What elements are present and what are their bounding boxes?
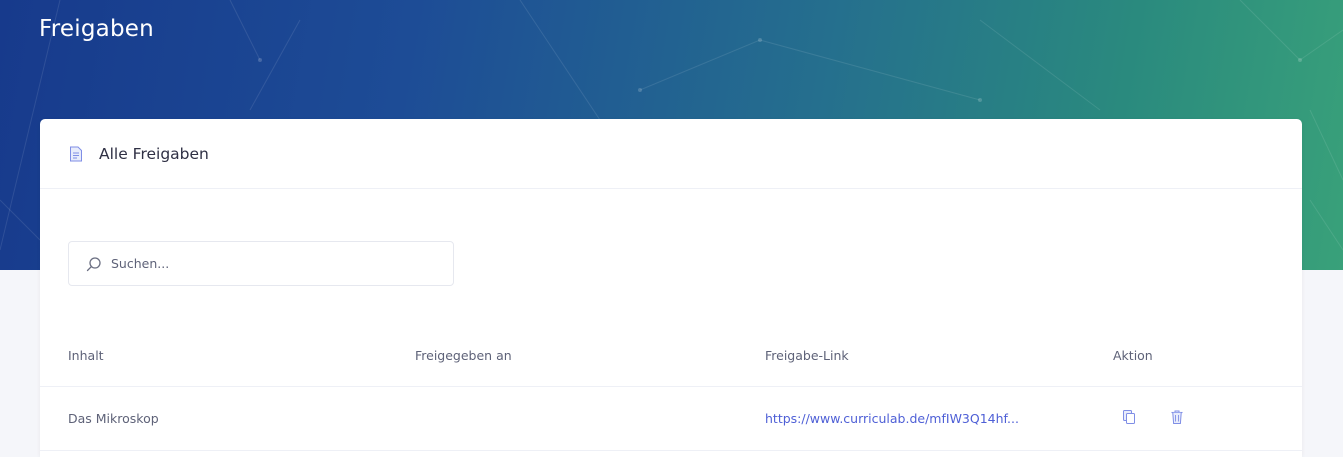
card-title: Alle Freigaben: [99, 144, 209, 163]
card-header: Alle Freigaben: [40, 119, 1302, 189]
header-divider: [40, 386, 1302, 387]
share-link[interactable]: https://www.curriculab.de/mfIW3Q14hf...: [765, 411, 1019, 426]
search-icon: [86, 256, 102, 272]
search-field[interactable]: [68, 241, 454, 286]
cell-content: Das Mikroskop: [68, 411, 159, 426]
column-header-shared-with[interactable]: Freigegeben an: [415, 348, 512, 363]
column-header-share-link[interactable]: Freigabe-Link: [765, 348, 849, 363]
trash-icon[interactable]: [1170, 409, 1184, 425]
document-icon: [69, 146, 83, 162]
page-title: Freigaben: [39, 16, 154, 42]
column-header-action: Aktion: [1113, 348, 1153, 363]
row-divider: [40, 450, 1302, 451]
column-header-content[interactable]: Inhalt: [68, 348, 104, 363]
copy-icon[interactable]: [1122, 409, 1136, 425]
shares-card: Alle Freigaben Inhalt Freigegeben an Fre…: [40, 119, 1302, 457]
search-input[interactable]: [111, 256, 431, 271]
